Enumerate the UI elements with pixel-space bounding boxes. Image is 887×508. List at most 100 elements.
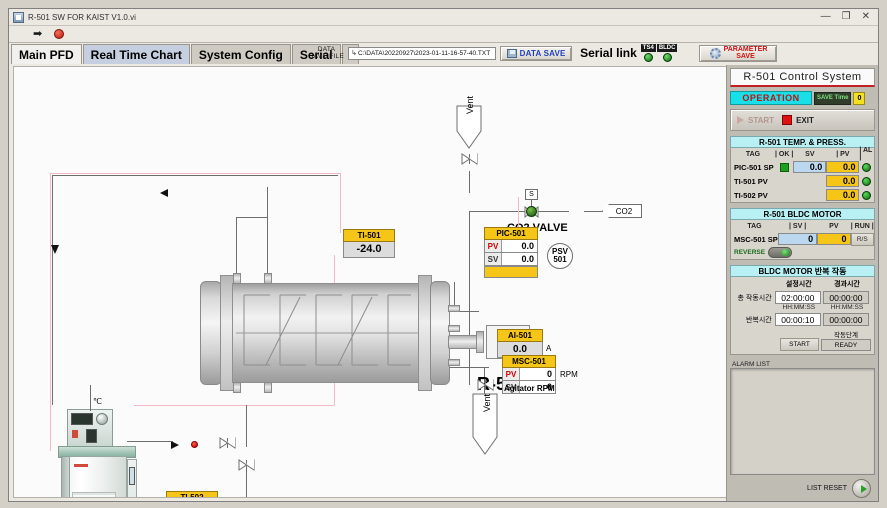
minimize-button[interactable]: — xyxy=(821,12,831,22)
maximize-button[interactable]: ❐ xyxy=(842,12,851,22)
timing-repeat-set[interactable]: 00:00:10 xyxy=(774,313,821,326)
control-panel: R-501 Control System OPERATION SAVE Time… xyxy=(726,65,878,501)
flow-arrow-right-return xyxy=(171,441,179,449)
row-pv-msc501: 0 xyxy=(817,233,851,245)
temp-press-table: TAG | OK | SV | PV | AL | PIC-501 SP 0.0… xyxy=(730,147,875,203)
tab-system-config[interactable]: System Config xyxy=(190,44,291,64)
data-save-button[interactable]: DATA SAVE xyxy=(500,45,573,61)
tab-real-time-chart[interactable]: Real Time Chart xyxy=(82,44,190,64)
vessel-nozzle-bottom-1 xyxy=(264,382,272,393)
bldc-header-row: TAG | SV | PV | RUN | xyxy=(731,220,874,232)
chiller-display xyxy=(71,413,93,425)
table-row-ti502: TI-502 PV 0.0 xyxy=(731,188,874,202)
ai-501-tag: AI-501 xyxy=(497,329,543,342)
timing-status-group: 작동단계 READY xyxy=(821,329,871,351)
ai-501-unit: A xyxy=(546,344,552,353)
chiller-knob[interactable] xyxy=(96,413,108,425)
timing-start-button[interactable]: START xyxy=(780,338,819,351)
ti-501-tag: TI-501 xyxy=(343,229,395,242)
th-ok: | OK | xyxy=(775,150,794,158)
main-body: Vent S CO2 VALVE xyxy=(9,65,878,501)
pipe-chiller-outlet xyxy=(127,441,173,442)
row-pv-ti501: 0.0 xyxy=(826,175,860,187)
tab-main-pfd[interactable]: Main PFD xyxy=(11,44,82,64)
operation-row: OPERATION SAVE Time 0 xyxy=(730,91,875,105)
application-window: R-501 SW FOR KAIST V1.0.vi — ❐ ✕ ➡ Main … xyxy=(8,8,879,502)
vessel-nozzle-side-1 xyxy=(448,305,460,312)
manual-valve-drain xyxy=(238,459,255,471)
table-row-pic501: PIC-501 SP 0.0 0.0 xyxy=(731,160,874,174)
vi-toolbar: ➡ xyxy=(9,26,878,43)
ts4-led-indicator xyxy=(643,53,653,62)
reverse-toggle[interactable] xyxy=(768,247,793,258)
pic-501-sv-row: SV 0.0 xyxy=(484,253,538,266)
row-tag-ti502: TI-502 PV xyxy=(734,190,768,200)
vessel-nozzle-side-2 xyxy=(448,325,460,332)
msc-501-unit: RPM xyxy=(560,370,578,379)
data-save-file-label: DATA SAVE FILE xyxy=(309,46,345,60)
timing-row-repeat: 반복시간 00:00:10 00:00:00 xyxy=(734,313,871,326)
vent-label-bottom: Vent xyxy=(482,393,492,412)
row-tag-ti501: TI-501 PV xyxy=(734,176,768,186)
alarm-footer: LIST RESET xyxy=(730,475,875,501)
vessel-nozzle-top-1 xyxy=(264,273,272,284)
start-button[interactable]: START xyxy=(737,116,774,125)
pic-501-sv-value[interactable]: 0.0 xyxy=(502,253,537,265)
timing-run-set[interactable]: 02:00:00 xyxy=(774,291,821,304)
bldc-section-title: R-501 BLDC MOTOR xyxy=(730,208,875,220)
row-tag-pic501: PIC-501 SP xyxy=(734,162,774,172)
operation-status-badge: OPERATION xyxy=(730,91,812,105)
stop-circle-icon[interactable] xyxy=(54,29,65,39)
ai-501-indicator: AI-501 0.0 xyxy=(497,329,543,358)
pipe-left-grey xyxy=(52,175,53,405)
chiller-button-dark[interactable] xyxy=(86,429,97,443)
timing-header: 설정시간 경과시간 xyxy=(734,279,871,289)
window-title: R-501 SW FOR KAIST V1.0.vi xyxy=(28,12,136,22)
chiller-indicator-red xyxy=(72,430,78,438)
pipe-vessel-inlet-2 xyxy=(236,217,237,273)
chiller-right-window xyxy=(129,467,135,485)
th-tag: TAG xyxy=(745,150,761,158)
row-al-ti501 xyxy=(859,176,874,186)
save-time-value[interactable]: 0 xyxy=(853,91,866,105)
solenoid-coil-icon: S xyxy=(525,189,538,200)
th-pv: | PV xyxy=(836,150,850,158)
alarm-section: ALARM LIST LIST RESET xyxy=(730,361,875,501)
alarm-list-box[interactable] xyxy=(730,368,875,475)
parameter-save-button[interactable]: PARAMETER SAVE xyxy=(699,44,778,62)
pipe-cooling-down xyxy=(340,173,341,233)
row-sv-msc501[interactable]: 0 xyxy=(777,233,818,245)
timing-fmt-spacer-1 xyxy=(734,304,775,311)
serial-link-label: Serial link xyxy=(580,46,637,60)
sensor-dot-return xyxy=(191,441,198,448)
manual-valve-vent xyxy=(461,153,478,165)
data-save-file-value: C:\DATA\20220927\2023-01-11-16-57-40.TXT xyxy=(357,49,491,57)
close-button[interactable]: ✕ xyxy=(862,12,870,22)
bldc-led-indicator xyxy=(662,53,672,62)
row-sv-pic501[interactable]: 0.0 xyxy=(793,161,827,173)
timing-col-elapsed: 경과시간 xyxy=(834,281,860,288)
data-save-file-input[interactable]: ↳ C:\DATA\20220927\2023-01-11-16-57-40.T… xyxy=(348,46,497,60)
run-stop-button[interactable]: R/S xyxy=(850,232,874,246)
tab-strip: Main PFD Real Time Chart System Config S… xyxy=(9,43,878,65)
pic-501-controller: PIC-501 PV 0.0 SV 0.0 xyxy=(484,227,538,266)
timing-run-label: 총 작동시간 xyxy=(737,294,772,302)
alarm-led xyxy=(862,190,872,200)
folder-icon: ↳ xyxy=(351,50,357,57)
pipe-inlet-branch xyxy=(236,217,267,218)
agitator-shaft xyxy=(448,335,478,349)
timing-col-set: 설정시간 xyxy=(785,281,812,288)
timing-section-title: BLDC MOTOR 반복 작동 xyxy=(730,265,875,277)
temp-press-header-row: TAG | OK | SV | PV | AL | xyxy=(731,147,874,161)
title-bar: R-501 SW FOR KAIST V1.0.vi — ❐ ✕ xyxy=(9,9,878,26)
exit-button[interactable]: EXIT xyxy=(782,115,814,125)
list-reset-button[interactable] xyxy=(852,478,871,498)
run-arrow-icon[interactable]: ➡ xyxy=(33,28,42,40)
pic-501-sv-label: SV xyxy=(485,253,502,265)
row-tag-msc501: MSC-501 SP xyxy=(734,234,778,244)
psv-501-instrument: PSV 501 xyxy=(547,243,573,269)
chiller-side-left xyxy=(61,456,70,497)
floppy-disk-icon xyxy=(506,48,517,58)
labview-app-icon xyxy=(13,11,24,23)
degc-label: ℃ xyxy=(93,397,102,406)
